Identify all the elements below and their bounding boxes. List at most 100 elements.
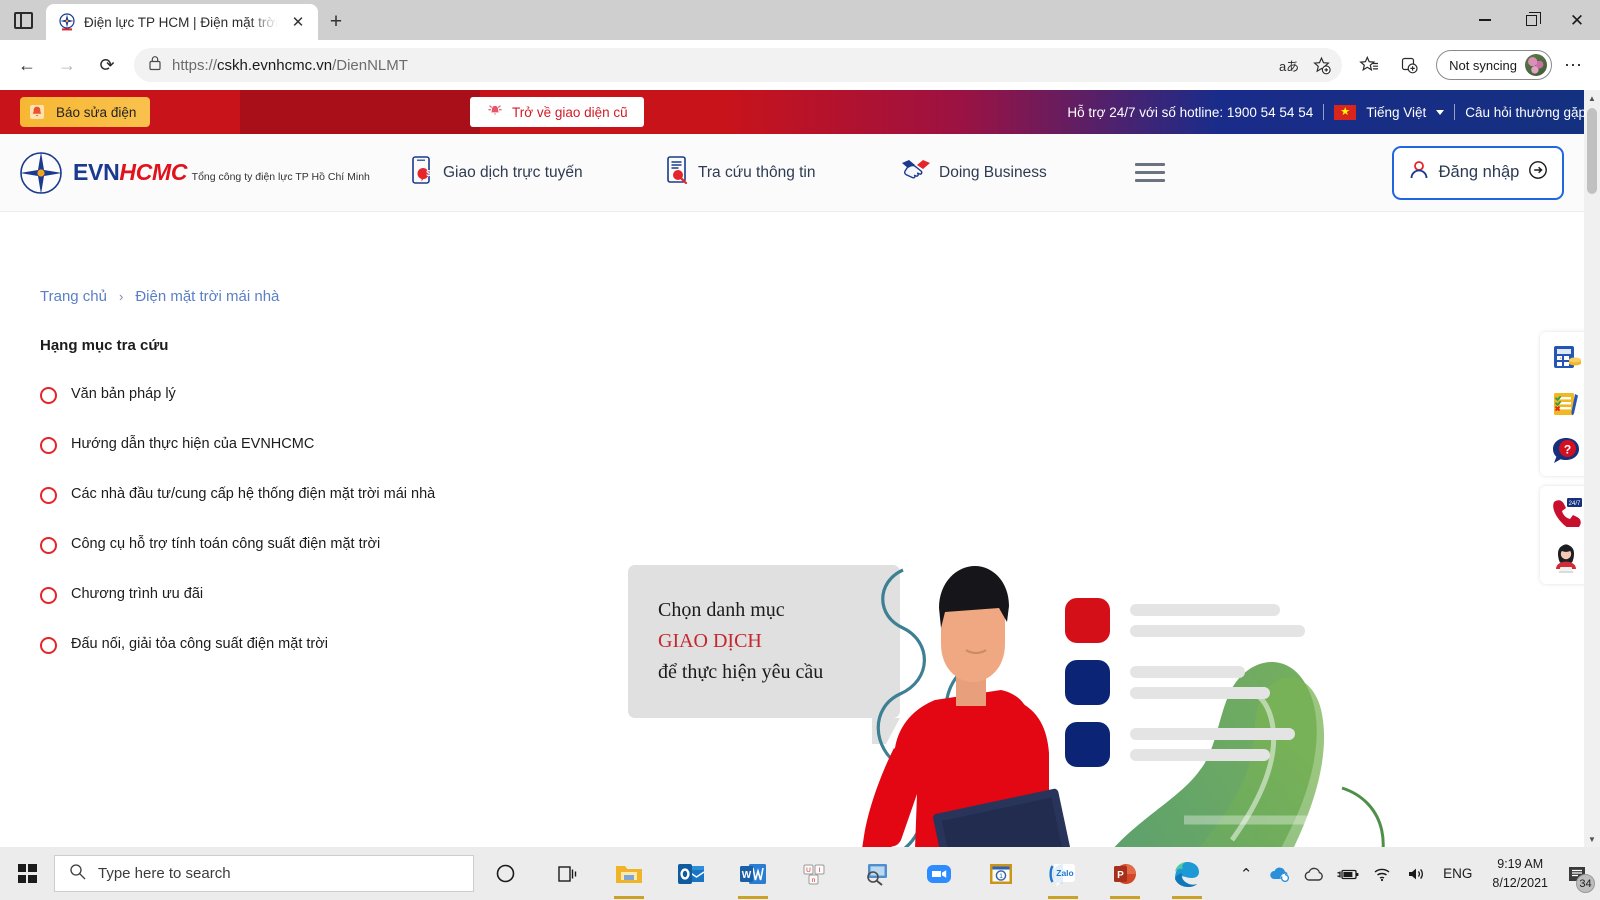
hamburger-menu-icon[interactable] <box>1135 163 1165 182</box>
list-item[interactable]: Văn bản pháp lý <box>40 370 510 420</box>
start-button[interactable] <box>0 847 54 900</box>
list-item <box>1065 598 1305 643</box>
close-button[interactable]: ✕ <box>1554 0 1600 40</box>
bill-calculator-icon[interactable]: + <box>1546 338 1586 378</box>
support-agent-icon[interactable] <box>1546 538 1586 578</box>
placeholder-line <box>1130 749 1270 761</box>
radio-icon[interactable] <box>40 637 57 654</box>
radio-icon[interactable] <box>40 587 57 604</box>
taskbar-app-powerpoint[interactable]: P <box>1094 847 1156 900</box>
radio-icon[interactable] <box>40 537 57 554</box>
breadcrumb: Trang chủ › Điện mặt trời mái nhà <box>40 288 279 305</box>
svg-text:$: $ <box>426 169 431 178</box>
browser-titlebar: Điện lực TP HCM | Điện mặt trời ✕ + ✕ <box>0 0 1600 40</box>
search-icon <box>69 863 86 884</box>
placeholder-line <box>1130 604 1280 616</box>
scroll-down-arrow[interactable]: ▼ <box>1584 831 1600 847</box>
onedrive-icon[interactable] <box>1263 847 1297 900</box>
chevron-down-icon[interactable] <box>1436 110 1444 115</box>
radio-icon[interactable] <box>40 387 57 404</box>
cloud-icon[interactable] <box>1297 847 1331 900</box>
evn-favicon <box>58 13 76 31</box>
taskbar-app-file-explorer[interactable] <box>598 847 660 900</box>
list-item[interactable]: Chương trình ưu đãi <box>40 570 510 620</box>
window-controls: ✕ <box>1462 0 1600 40</box>
nav-item-giao-dich-truc-tuyen[interactable]: $ Giao dịch trực tuyến <box>410 155 583 190</box>
taskbar-app-snipping-tool[interactable] <box>846 847 908 900</box>
login-button[interactable]: Đăng nhập <box>1392 146 1564 200</box>
card-swatch <box>1065 722 1110 767</box>
nav-item-tra-cuu-thong-tin[interactable]: Tra cứu thông tin <box>665 155 816 190</box>
taskbar-app-unikey[interactable]: U I n <box>784 847 846 900</box>
site-logo[interactable]: EVNHCMC Tổng công ty điện lực TP Hồ Chí … <box>18 150 370 196</box>
divider <box>1323 104 1324 120</box>
task-view-button[interactable] <box>536 847 598 900</box>
collections-button[interactable] <box>1390 46 1428 84</box>
option-label: Hướng dẫn thực hiện của EVNHCMC <box>71 434 314 455</box>
hotline-phone-icon[interactable]: 24/7 <box>1546 492 1586 532</box>
profile-button[interactable]: Not syncing <box>1436 50 1552 80</box>
tab-actions-button[interactable] <box>0 0 46 40</box>
hamburger-bar <box>1135 179 1165 182</box>
notification-center-button[interactable]: 34 <box>1558 847 1596 900</box>
page-scrollbar[interactable]: ▲ ▼ <box>1584 90 1600 847</box>
address-bar[interactable]: https://cskh.evnhcmc.vn/DienNLMT aあ <box>134 48 1342 82</box>
restore-button[interactable] <box>1508 0 1554 40</box>
back-button[interactable]: ← <box>8 46 46 84</box>
minimize-button[interactable] <box>1462 0 1508 40</box>
taskbar-app-zoom[interactable] <box>908 847 970 900</box>
reload-button[interactable]: ⟳ <box>88 46 126 84</box>
list-item[interactable]: Hướng dẫn thực hiện của EVNHCMC <box>40 420 510 470</box>
nav-item-doing-business[interactable]: Doing Business <box>900 157 1047 188</box>
language-indicator[interactable]: ENG <box>1433 866 1482 881</box>
forward-button[interactable]: → <box>48 46 86 84</box>
svg-text:?: ? <box>1564 442 1571 456</box>
settings-more-button[interactable]: ⋯ <box>1554 46 1592 84</box>
scroll-up-arrow[interactable]: ▲ <box>1584 90 1600 106</box>
cortana-button[interactable] <box>474 847 536 900</box>
browser-tab[interactable]: Điện lực TP HCM | Điện mặt trời ✕ <box>46 4 318 40</box>
placeholder-card-list <box>1065 598 1305 784</box>
wifi-icon[interactable] <box>1365 847 1399 900</box>
translate-icon[interactable]: aあ <box>1274 50 1304 80</box>
new-tab-button[interactable]: + <box>318 4 354 40</box>
list-item[interactable]: Các nhà đầu tư/cung cấp hệ thống điện mặ… <box>40 470 510 520</box>
chevron-up-icon[interactable]: ⌃ <box>1229 847 1263 900</box>
checklist-icon[interactable] <box>1546 384 1586 424</box>
page-content: Trang chủ › Điện mặt trời mái nhà Hạng m… <box>0 212 1600 847</box>
report-outage-label: Báo sửa điện <box>56 105 136 120</box>
card-placeholder-lines <box>1130 604 1305 637</box>
svg-text:Zalo: Zalo <box>1056 868 1073 878</box>
utility-bar-right: Hỗ trợ 24/7 với số hotline: 1900 54 54 5… <box>1067 90 1586 134</box>
svg-text:P: P <box>1117 870 1124 881</box>
taskbar-search-input[interactable]: Type here to search <box>54 855 474 892</box>
taskbar-app-notes-calendar[interactable]: 1 <box>970 847 1032 900</box>
battery-charging-icon[interactable] <box>1331 847 1365 900</box>
question-bubble-icon[interactable]: ? <box>1546 430 1586 470</box>
nav-item-label: Giao dịch trực tuyến <box>443 164 583 182</box>
favorites-button[interactable] <box>1350 46 1388 84</box>
taskbar-app-word[interactable]: W <box>722 847 784 900</box>
faq-link[interactable]: Câu hỏi thường gặp <box>1465 105 1586 120</box>
scrollbar-thumb[interactable] <box>1587 108 1597 194</box>
language-label[interactable]: Tiếng Việt <box>1366 105 1426 120</box>
clock[interactable]: 9:19 AM 8/12/2021 <box>1482 855 1558 891</box>
volume-icon[interactable] <box>1399 847 1433 900</box>
windows-taskbar: Type here to search <box>0 847 1600 900</box>
add-favorite-icon[interactable] <box>1306 50 1336 80</box>
lookup-options-list: Văn bản pháp lý Hướng dẫn thực hiện của … <box>40 370 510 670</box>
taskbar-app-outlook[interactable] <box>660 847 722 900</box>
radio-icon[interactable] <box>40 437 57 454</box>
breadcrumb-home[interactable]: Trang chủ <box>40 288 107 305</box>
report-outage-button[interactable]: Báo sửa điện <box>20 97 150 127</box>
old-interface-button[interactable]: Trở về giao diện cũ <box>470 97 644 127</box>
radio-icon[interactable] <box>40 487 57 504</box>
brand-text: EVNHCMC Tổng công ty điện lực TP Hồ Chí … <box>73 161 370 185</box>
taskbar-app-zalo[interactable]: Zalo <box>1032 847 1094 900</box>
arrow-right-circle-icon <box>1528 160 1548 185</box>
old-interface-label: Trở về giao diện cũ <box>512 105 628 120</box>
taskbar-app-edge[interactable] <box>1156 847 1218 900</box>
tab-close-button[interactable]: ✕ <box>286 10 310 34</box>
list-item[interactable]: Đấu nối, giải tỏa công suất điện mặt trờ… <box>40 620 510 670</box>
list-item[interactable]: Công cụ hỗ trợ tính toán công suất điện … <box>40 520 510 570</box>
